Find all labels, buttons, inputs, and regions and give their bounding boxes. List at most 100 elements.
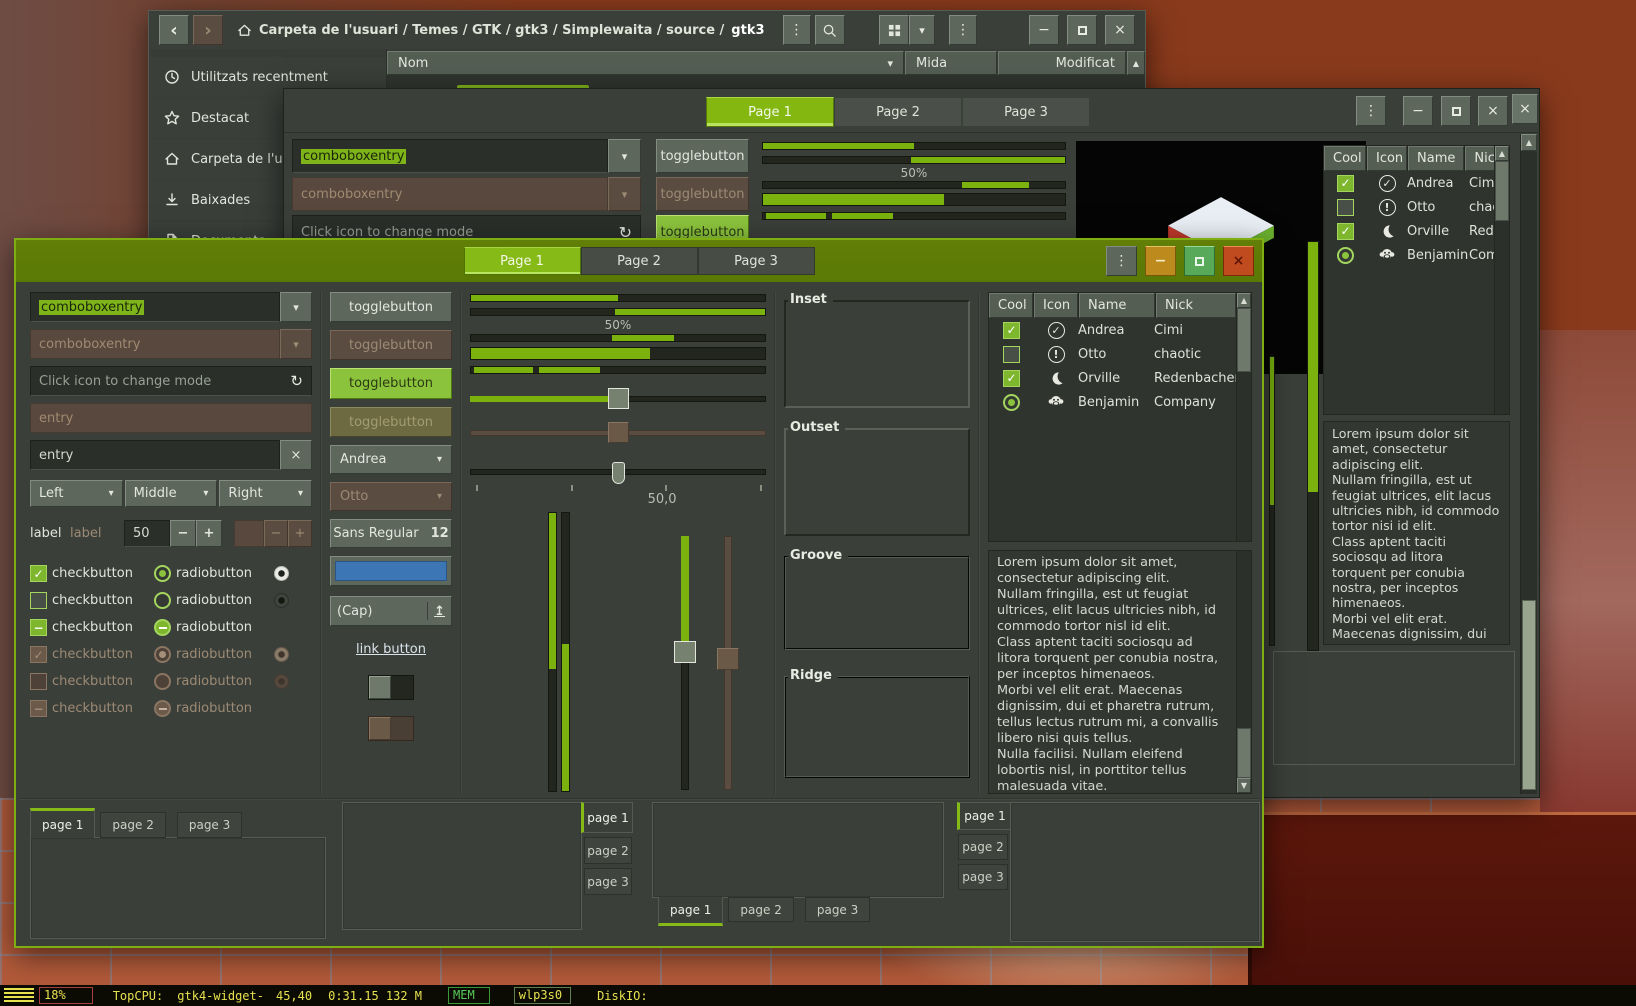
tree-row[interactable]: Benjamin Company bbox=[1324, 243, 1494, 267]
scrollbar-thumb[interactable] bbox=[1522, 600, 1536, 790]
column-header-modified[interactable]: Modificat bbox=[998, 51, 1126, 75]
search-button[interactable] bbox=[815, 15, 845, 45]
scroll-up-icon[interactable]: ▲ bbox=[1521, 134, 1537, 151]
tab-page2[interactable]: Page 2 bbox=[834, 97, 962, 127]
checkbox-indeterminate[interactable]: − bbox=[30, 619, 47, 636]
tree-row[interactable]: ✓ ✓ Andrea Cimi bbox=[1324, 171, 1494, 195]
togglebutton-active[interactable]: togglebutton bbox=[330, 368, 452, 399]
checkbox-checked[interactable]: ✓ bbox=[30, 565, 47, 582]
radio-indicator-on[interactable] bbox=[274, 566, 289, 581]
gtk4-treeview[interactable]: Cool Icon Name Nick ✓ ✓ Andrea Cimi ! bbox=[988, 292, 1252, 542]
tree-row[interactable]: ✓ ✓ Andrea Cimi bbox=[989, 318, 1236, 342]
tab-page3[interactable]: Page 3 bbox=[698, 247, 815, 275]
radio-indicator-off[interactable] bbox=[274, 593, 289, 608]
breadcrumb[interactable]: Carpeta de l'usuari / Temes / GTK / gtk3… bbox=[237, 23, 765, 38]
menu-dots-icon[interactable]: ⋮ bbox=[783, 15, 811, 45]
spin-value[interactable]: 50 bbox=[124, 520, 170, 547]
tree-row[interactable]: ! Otto chaotic bbox=[1324, 195, 1494, 219]
scrollbar[interactable]: ▲ bbox=[1494, 146, 1509, 414]
tree-column-nick[interactable]: Nick bbox=[1156, 293, 1236, 318]
view-dropdown-button[interactable]: ▾ bbox=[909, 15, 935, 45]
togglebutton[interactable]: togglebutton bbox=[656, 139, 749, 173]
background-window-close-button[interactable]: × bbox=[1512, 94, 1538, 124]
entry-with-clear[interactable]: entry × bbox=[30, 440, 312, 470]
comboboxentry[interactable]: comboboxentry ▾ bbox=[292, 139, 641, 173]
column-header-name[interactable]: Nom ▾ bbox=[387, 51, 904, 75]
name-dropdown[interactable]: Andrea▾ bbox=[330, 445, 452, 474]
tab-page2[interactable]: page 2 bbox=[584, 837, 632, 864]
clear-icon[interactable]: × bbox=[280, 440, 312, 470]
checkbox-checked[interactable]: ✓ bbox=[1003, 322, 1020, 339]
checkbox-unchecked[interactable] bbox=[1003, 346, 1020, 363]
scrollbar[interactable]: ▲ bbox=[1236, 293, 1251, 541]
radio-selected[interactable] bbox=[1003, 394, 1020, 411]
tree-row[interactable]: ✓ Orville Redenbacher bbox=[989, 366, 1236, 390]
window-menu-button[interactable]: ⋮ bbox=[949, 15, 977, 45]
tree-column-name[interactable]: Name bbox=[1079, 293, 1155, 318]
column-header-size[interactable]: Mida bbox=[905, 51, 997, 75]
tab-page1-active[interactable]: page 1 bbox=[957, 802, 1011, 830]
spinbutton[interactable]: 50 − + bbox=[124, 520, 222, 547]
menu-dots-icon[interactable]: ⋮ bbox=[1106, 246, 1137, 276]
close-button[interactable]: × bbox=[1105, 15, 1135, 45]
grid-view-button[interactable] bbox=[879, 15, 909, 45]
tab-page1-active[interactable]: page 1 bbox=[30, 808, 95, 838]
entry-input[interactable]: entry bbox=[30, 440, 280, 470]
back-button[interactable]: ‹ bbox=[159, 15, 189, 45]
minimize-button[interactable]: − bbox=[1403, 96, 1433, 126]
comboboxentry-input[interactable]: comboboxentry bbox=[30, 292, 280, 322]
gtk3-treeview[interactable]: Cool Icon Name Nick ✓ ✓ Andrea Cimi ! Ot… bbox=[1323, 145, 1510, 415]
breadcrumb-current[interactable]: gtk3 bbox=[731, 23, 764, 38]
minimize-button[interactable]: − bbox=[1029, 15, 1059, 45]
scroll-up-icon[interactable]: ▲ bbox=[1127, 51, 1145, 75]
tab-page1-active[interactable]: page 1 bbox=[581, 802, 633, 833]
breadcrumb-path[interactable]: Carpeta de l'usuari / Temes / GTK / gtk3… bbox=[259, 23, 724, 38]
color-button[interactable] bbox=[330, 556, 452, 586]
maximize-button[interactable] bbox=[1067, 15, 1097, 45]
checkbox-checked[interactable]: ✓ bbox=[1337, 175, 1354, 192]
tab-page3[interactable]: page 3 bbox=[177, 812, 242, 838]
tree-column-name[interactable]: Name bbox=[1408, 146, 1464, 171]
dropdown-left[interactable]: Left▾ bbox=[30, 480, 123, 507]
scale-handle[interactable] bbox=[608, 388, 629, 409]
radio-selected[interactable] bbox=[154, 565, 171, 582]
tab-page2[interactable]: page 2 bbox=[100, 812, 165, 838]
checkbox-unchecked[interactable] bbox=[1337, 199, 1354, 216]
tree-row[interactable]: ✓ Orville Redenbacher bbox=[1324, 219, 1494, 243]
tab-page1[interactable]: Page 1 bbox=[464, 247, 581, 275]
chevron-down-icon[interactable]: ▾ bbox=[608, 139, 641, 173]
tree-row[interactable]: Benjamin Company bbox=[989, 390, 1236, 414]
tab-page3[interactable]: page 3 bbox=[805, 897, 870, 922]
refresh-icon[interactable]: ↻ bbox=[290, 372, 303, 390]
spin-minus-button[interactable]: − bbox=[170, 520, 196, 547]
icon-entry[interactable]: Click icon to change mode ↻ bbox=[30, 366, 312, 396]
font-button[interactable]: Sans Regular 12 bbox=[330, 519, 452, 548]
maximize-button[interactable] bbox=[1441, 96, 1471, 126]
tree-column-cool[interactable]: Cool bbox=[989, 293, 1033, 318]
tree-row[interactable]: ! Otto chaotic bbox=[989, 342, 1236, 366]
dropdown-middle[interactable]: Middle▾ bbox=[125, 480, 218, 507]
checkbox-checked[interactable]: ✓ bbox=[1337, 223, 1354, 240]
tab-page2[interactable]: page 2 bbox=[958, 834, 1008, 860]
scale[interactable] bbox=[470, 388, 766, 410]
maximize-button[interactable] bbox=[1184, 246, 1215, 276]
checkbox-checked[interactable]: ✓ bbox=[1003, 370, 1020, 387]
spin-plus-button[interactable]: + bbox=[196, 520, 222, 547]
tab-page3[interactable]: Page 3 bbox=[962, 97, 1090, 127]
togglebutton[interactable]: togglebutton bbox=[330, 292, 452, 322]
file-chooser-button[interactable]: (Cap) ↥ bbox=[330, 596, 452, 626]
scroll-down-icon[interactable]: ▼ bbox=[1237, 778, 1251, 793]
tab-page1-active[interactable]: page 1 bbox=[658, 897, 723, 926]
tab-page1[interactable]: Page 1 bbox=[706, 97, 834, 127]
tab-page2[interactable]: Page 2 bbox=[581, 247, 698, 275]
tree-column-nick[interactable]: Nick bbox=[1465, 146, 1494, 171]
menu-dots-icon[interactable]: ⋮ bbox=[1356, 96, 1386, 126]
window-scrollbar[interactable]: ▲ bbox=[1520, 134, 1537, 794]
forward-button[interactable]: › bbox=[193, 15, 223, 45]
tab-page3[interactable]: page 3 bbox=[958, 864, 1008, 890]
radio-unselected[interactable] bbox=[154, 592, 171, 609]
tab-page3[interactable]: page 3 bbox=[584, 868, 632, 895]
scroll-up-icon[interactable]: ▲ bbox=[1495, 146, 1509, 161]
chevron-down-icon[interactable]: ▾ bbox=[280, 292, 312, 322]
vertical-scale[interactable] bbox=[674, 536, 696, 790]
